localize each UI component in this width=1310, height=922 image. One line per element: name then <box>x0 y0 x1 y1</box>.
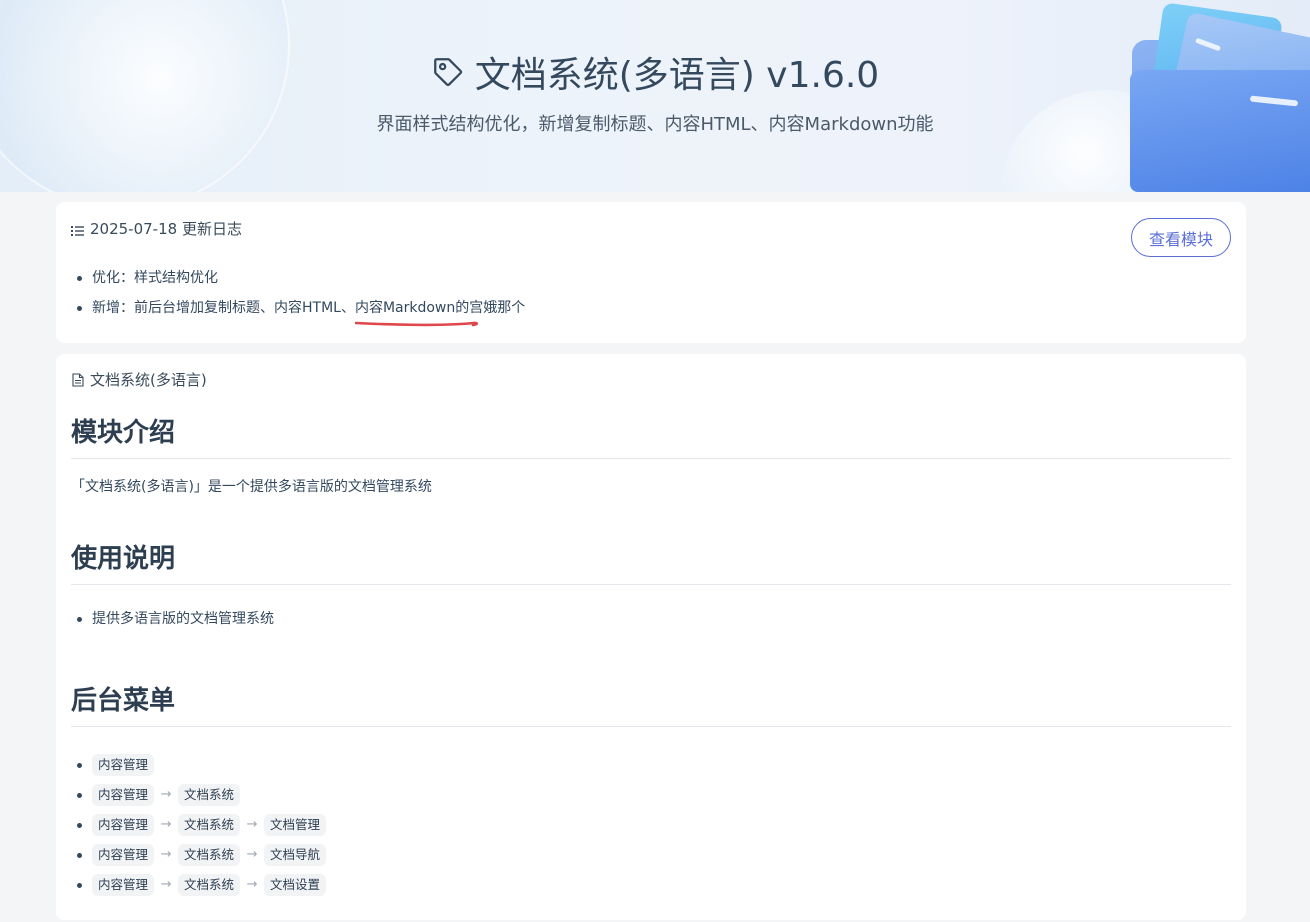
arrow-right-icon: → <box>160 787 172 802</box>
arrow-right-icon: → <box>246 847 258 862</box>
menu-path-list: 内容管理 内容管理 → 文档系统 内容管理 → 文档系统 → 文档管理 内容管理… <box>72 750 327 900</box>
page-subtitle: 界面样式结构优化，新增复制标题、内容HTML、内容Markdown功能 <box>376 114 934 135</box>
menu-crumb: 文档管理 <box>264 814 327 836</box>
section-heading-menu: 后台菜单 <box>71 680 1231 727</box>
arrow-right-icon: → <box>160 877 172 892</box>
menu-path-item: 内容管理 <box>72 750 326 780</box>
menu-path-item: 内容管理 → 文档系统 <box>72 780 326 810</box>
menu-path-item: 内容管理 → 文档系统 → 文档管理 <box>72 810 327 840</box>
changelog-title: 2025-07-18 更新日志 <box>90 220 242 238</box>
arrow-right-icon: → <box>246 877 258 892</box>
module-name: 文档系统(多语言) <box>90 371 207 389</box>
file-icon <box>72 372 84 387</box>
menu-crumb: 内容管理 <box>92 874 155 896</box>
arrow-right-icon: → <box>160 817 172 832</box>
usage-list: 提供多语言版的文档管理系统 <box>72 607 274 631</box>
menu-crumb: 内容管理 <box>92 814 155 836</box>
menu-path-item: 内容管理 → 文档系统 → 文档导航 <box>72 840 327 870</box>
list-item: 优化：样式结构优化 <box>72 263 525 293</box>
page-title: 文档系统(多语言) v1.6.0 <box>0 46 1310 98</box>
view-module-button[interactable]: 查看模块 <box>1131 218 1231 257</box>
list-icon <box>71 223 84 236</box>
menu-crumb: 内容管理 <box>92 784 155 806</box>
section-heading-intro: 模块介绍 <box>71 412 1231 459</box>
doc-header: 文档系统(多语言) <box>72 369 207 390</box>
menu-crumb: 文档导航 <box>264 844 327 866</box>
arrow-right-icon: → <box>160 847 172 862</box>
section-heading-usage: 使用说明 <box>71 538 1231 585</box>
module-doc-card: 文档系统(多语言) 模块介绍 「文档系统(多语言)」是一个提供多语言版的文档管理… <box>56 354 1246 920</box>
menu-crumb: 文档设置 <box>264 874 327 896</box>
menu-crumb: 文档系统 <box>178 844 241 866</box>
menu-crumb: 内容管理 <box>92 754 155 776</box>
changelog-card: 2025-07-18 更新日志 查看模块 优化：样式结构优化 新增：前后台增加复… <box>56 202 1246 343</box>
page-title-text: 文档系统(多语言) v1.6.0 <box>474 55 880 96</box>
menu-crumb: 文档系统 <box>178 874 241 896</box>
menu-crumb: 文档系统 <box>178 784 241 806</box>
changelog-header: 2025-07-18 更新日志 <box>71 218 242 239</box>
list-item: 提供多语言版的文档管理系统 <box>72 607 274 631</box>
list-item: 新增：前后台增加复制标题、内容HTML、内容Markdown的宫娥那个 <box>72 293 525 323</box>
menu-crumb: 文档系统 <box>178 814 241 836</box>
menu-path-item: 内容管理 → 文档系统 → 文档设置 <box>72 870 327 900</box>
tag-icon <box>431 55 465 89</box>
arrow-right-icon: → <box>246 817 258 832</box>
intro-text: 「文档系统(多语言)」是一个提供多语言版的文档管理系统 <box>71 479 432 495</box>
menu-crumb: 内容管理 <box>92 844 155 866</box>
red-underline-annotation <box>355 321 479 327</box>
banner: 文档系统(多语言) v1.6.0 界面样式结构优化，新增复制标题、内容HTML、… <box>0 0 1310 192</box>
changelog-list: 优化：样式结构优化 新增：前后台增加复制标题、内容HTML、内容Markdown… <box>72 263 525 323</box>
